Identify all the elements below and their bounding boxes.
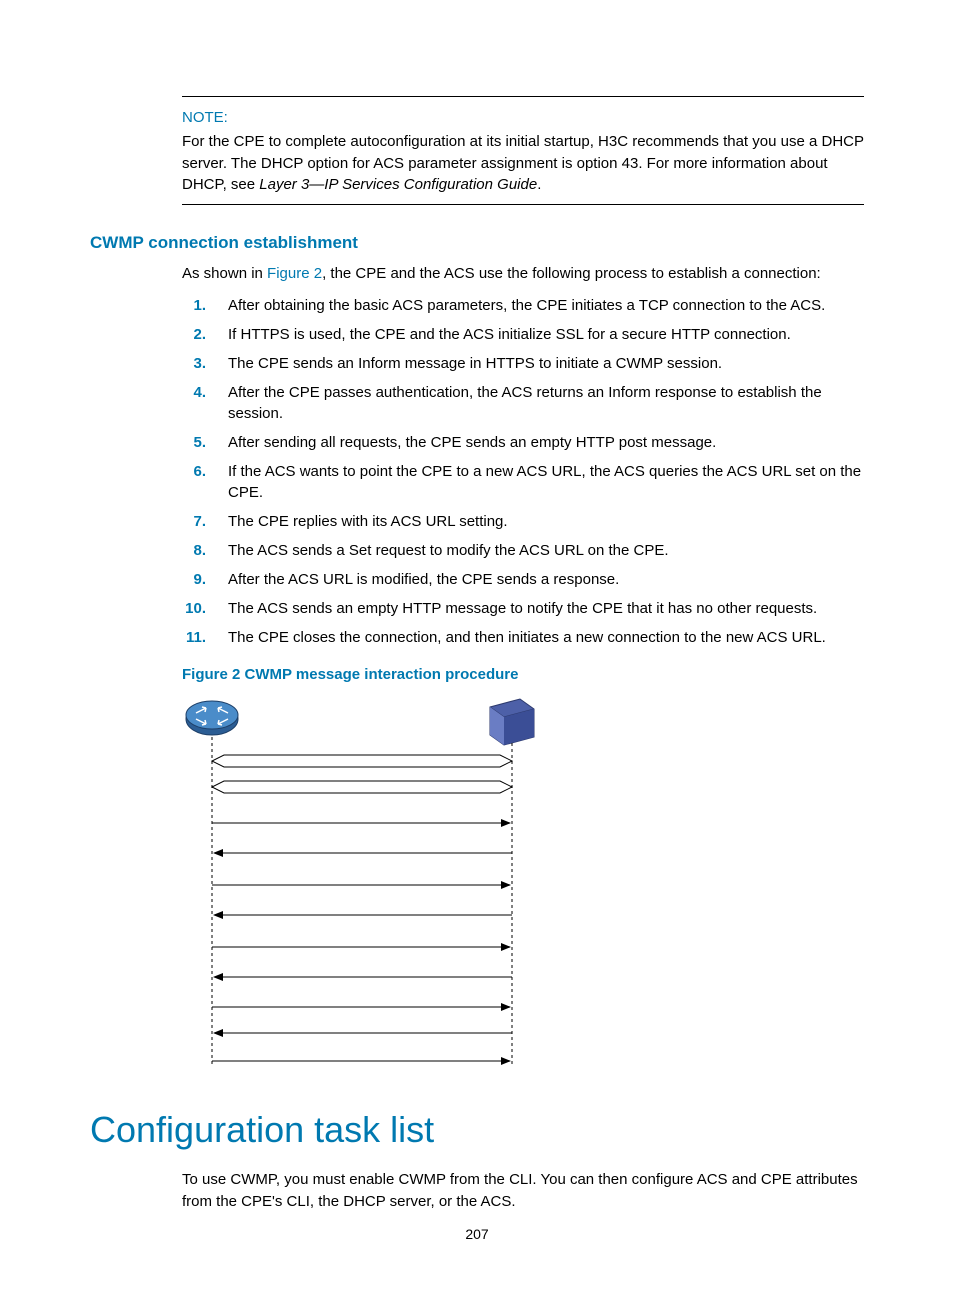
step-item: 9. After the ACS URL is modified, the CPE… — [180, 569, 864, 590]
acs-icon — [490, 699, 534, 745]
step-item: 4. After the CPE passes authentication, t… — [180, 382, 864, 424]
section-heading: CWMP connection establishment — [90, 233, 864, 253]
h1-heading: Configuration task list — [90, 1109, 864, 1151]
page-number: 207 — [0, 1226, 954, 1242]
step-number: 10. — [180, 598, 206, 619]
step-item: 11. The CPE closes the connection, and th… — [180, 627, 864, 648]
step-text: If the ACS wants to point the CPE to a n… — [228, 461, 864, 503]
step-item: 1. After obtaining the basic ACS paramete… — [180, 295, 864, 316]
steps-list: 1. After obtaining the basic ACS paramete… — [180, 295, 864, 648]
step-text: The CPE sends an Inform message in HTTPS… — [228, 353, 864, 374]
step-number: 8. — [180, 540, 206, 561]
note-box: NOTE: For the CPE to complete autoconfig… — [182, 96, 864, 205]
sequence-diagram-svg — [182, 693, 542, 1073]
note-reference: Layer 3—IP Services Configuration Guide — [259, 176, 537, 193]
step-text: After sending all requests, the CPE send… — [228, 432, 864, 453]
step-text: The CPE replies with its ACS URL setting… — [228, 511, 864, 532]
step-number: 1. — [180, 295, 206, 316]
step-text: The ACS sends an empty HTTP message to n… — [228, 598, 864, 619]
step-item: 8. The ACS sends a Set request to modify … — [180, 540, 864, 561]
step-number: 6. — [180, 461, 206, 482]
intro-after: , the CPE and the ACS use the following … — [322, 265, 821, 282]
cpe-icon — [186, 701, 238, 735]
open-arrow-2 — [212, 781, 512, 793]
step-text: The CPE closes the connection, and then … — [228, 627, 864, 648]
open-arrow-1 — [212, 755, 512, 767]
page: NOTE: For the CPE to complete autoconfig… — [0, 0, 954, 1296]
figure-caption: Figure 2 CWMP message interaction proced… — [182, 666, 864, 683]
note-tail: . — [537, 176, 541, 193]
step-number: 4. — [180, 382, 206, 403]
step-number: 5. — [180, 432, 206, 453]
step-number: 3. — [180, 353, 206, 374]
step-number: 9. — [180, 569, 206, 590]
step-item: 5. After sending all requests, the CPE se… — [180, 432, 864, 453]
intro-before: As shown in — [182, 265, 267, 282]
step-number: 11. — [180, 627, 206, 648]
step-text: After the CPE passes authentication, the… — [228, 382, 864, 424]
step-item: 6. If the ACS wants to point the CPE to a… — [180, 461, 864, 503]
figure-2-diagram — [182, 693, 542, 1073]
step-text: The ACS sends a Set request to modify th… — [228, 540, 864, 561]
step-item: 7. The CPE replies with its ACS URL setti… — [180, 511, 864, 532]
h1-body: To use CWMP, you must enable CWMP from t… — [182, 1169, 864, 1213]
figure-2-link[interactable]: Figure 2 — [267, 265, 322, 282]
step-item: 3. The CPE sends an Inform message in HTT… — [180, 353, 864, 374]
step-item: 2. If HTTPS is used, the CPE and the ACS … — [180, 324, 864, 345]
step-text: After obtaining the basic ACS parameters… — [228, 295, 864, 316]
note-text: For the CPE to complete autoconfiguratio… — [182, 133, 864, 194]
step-text: If HTTPS is used, the CPE and the ACS in… — [228, 324, 864, 345]
step-text: After the ACS URL is modified, the CPE s… — [228, 569, 864, 590]
step-number: 2. — [180, 324, 206, 345]
step-item: 10. The ACS sends an empty HTTP message t… — [180, 598, 864, 619]
note-label: NOTE: — [182, 107, 864, 129]
step-number: 7. — [180, 511, 206, 532]
intro-paragraph: As shown in Figure 2, the CPE and the AC… — [182, 263, 864, 285]
